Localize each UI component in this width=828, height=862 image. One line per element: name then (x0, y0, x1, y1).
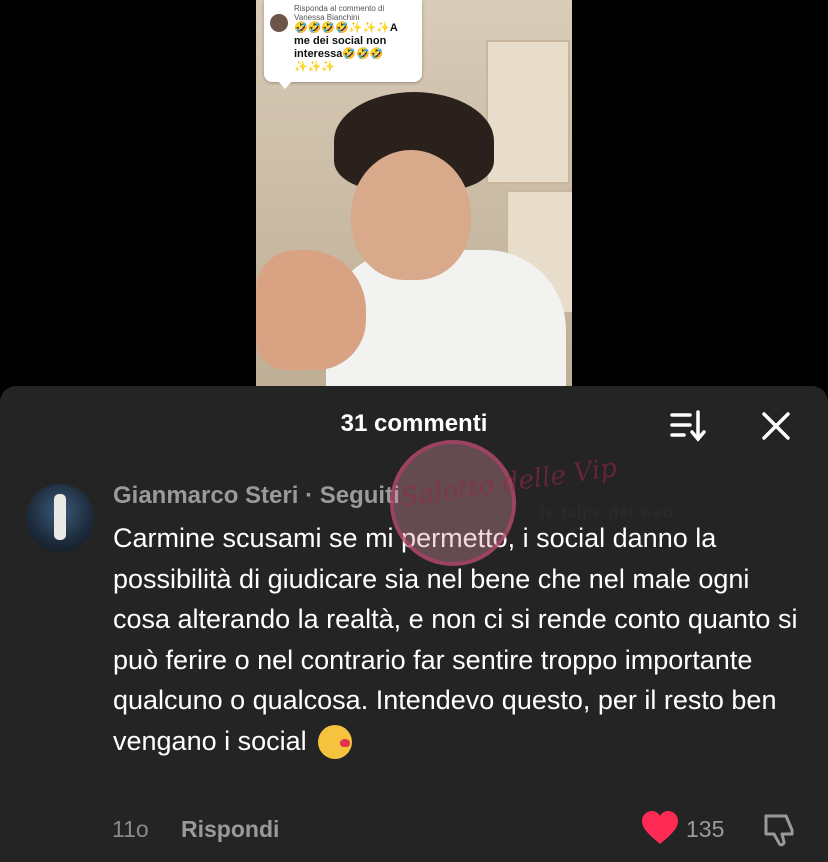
person-face (351, 150, 471, 280)
reply-button[interactable]: Rispondi (181, 816, 279, 843)
reply-meta-2: Vanessa Bianchini (294, 13, 360, 22)
close-icon[interactable] (758, 408, 794, 444)
like-count: 135 (686, 816, 725, 842)
avatar[interactable] (26, 484, 94, 552)
watermark-brand-text: le talpe del web (540, 505, 675, 522)
kitchen-cabinet (486, 40, 570, 184)
kiss-emoji-icon (318, 725, 353, 760)
reply-text: 🤣🤣🤣🤣✨✨✨A me dei social non interessa🤣🤣🤣✨… (294, 22, 398, 73)
heart-icon[interactable] (640, 810, 680, 846)
avatar-figure (54, 494, 66, 540)
dislike-icon[interactable] (760, 810, 800, 850)
comment-time: 11o (112, 816, 149, 842)
sort-icon[interactable] (668, 406, 708, 446)
person-hand (256, 250, 366, 370)
reply-avatar (270, 14, 288, 32)
reply-comment-card[interactable]: Risponda al commento di Vanessa Bianchin… (264, 0, 422, 89)
comment-author[interactable]: Gianmarco Steri · Seguiti (113, 482, 400, 510)
reply-meta-1: Risponda al commento di (294, 4, 385, 13)
